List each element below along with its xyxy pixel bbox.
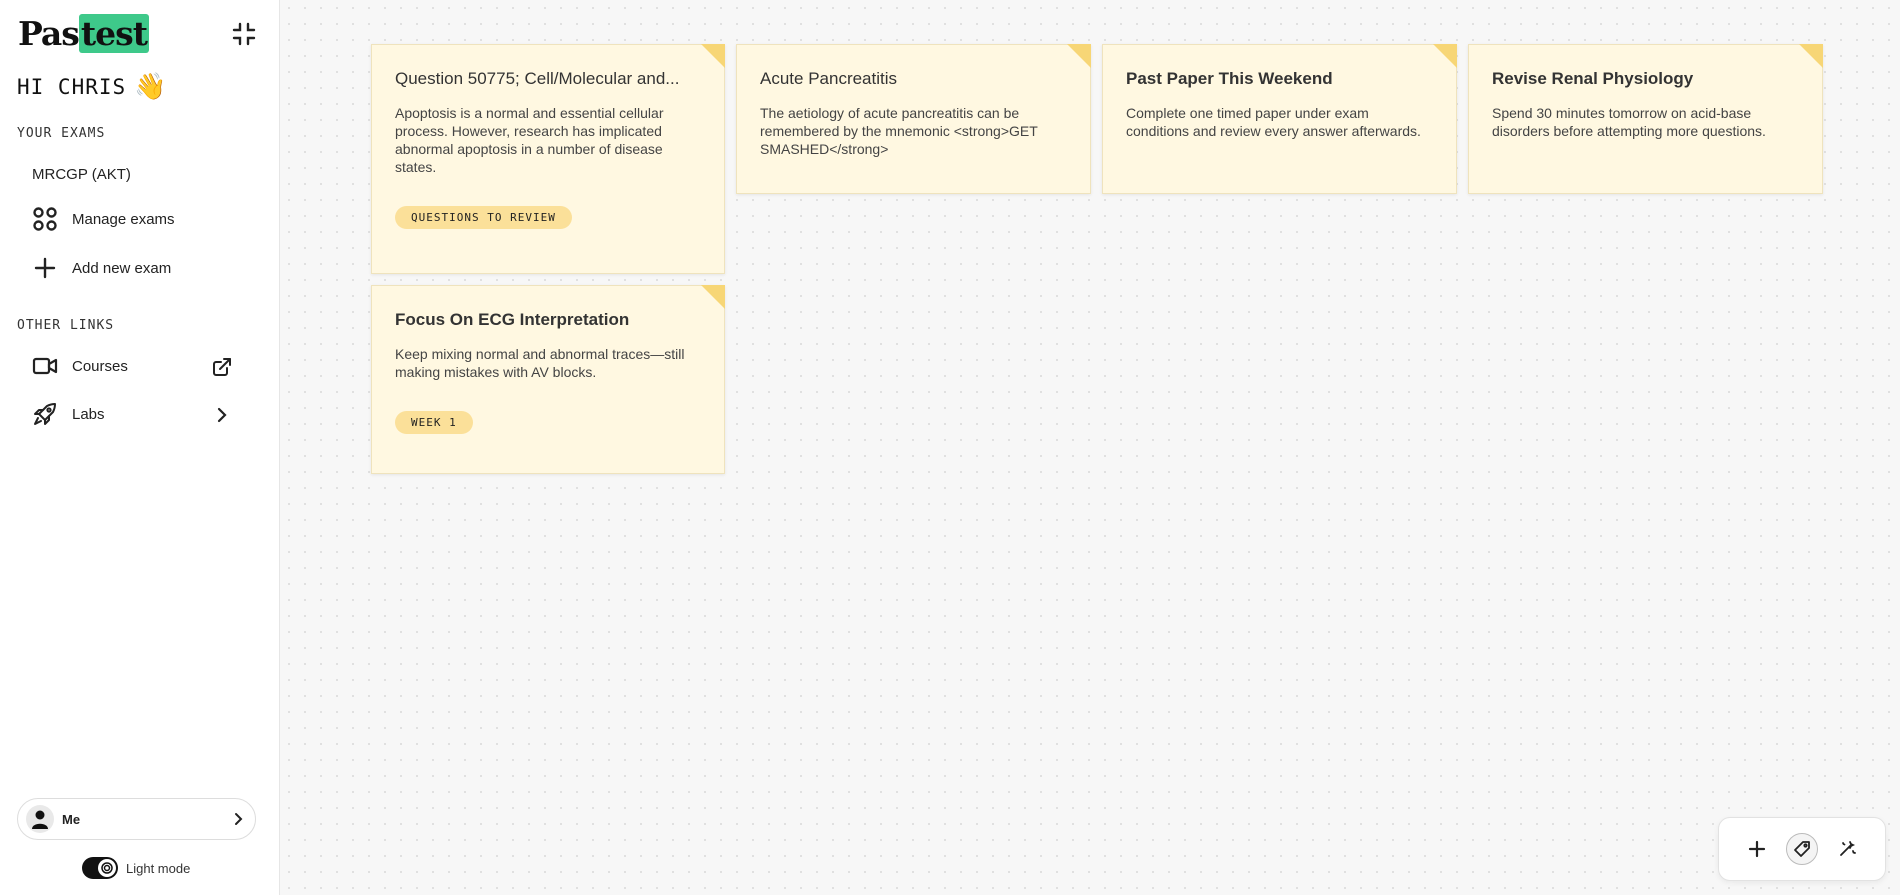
exam-label: MRCGP (AKT) bbox=[32, 166, 131, 183]
collapse-icon bbox=[232, 22, 256, 46]
tag-icon bbox=[1794, 841, 1810, 857]
add-new-exam-link[interactable]: Add new exam bbox=[32, 255, 171, 281]
note-title: Acute Pancreatitis bbox=[760, 69, 898, 88]
add-new-exam-label: Add new exam bbox=[72, 259, 172, 277]
greeting: HI CHRIS 👋 bbox=[17, 72, 168, 102]
note-fold bbox=[701, 285, 725, 309]
tags-button[interactable] bbox=[1785, 833, 1818, 865]
avatar bbox=[26, 805, 54, 833]
labs-label: Labs bbox=[72, 405, 105, 423]
greeting-text: HI CHRIS bbox=[17, 75, 127, 99]
your-exams-heading: YOUR EXAMS bbox=[17, 126, 106, 141]
magic-wand-icon bbox=[1839, 841, 1856, 856]
external-link-icon[interactable] bbox=[212, 357, 232, 377]
video-camera-icon bbox=[32, 353, 58, 379]
note-fold bbox=[701, 44, 725, 68]
note-fold bbox=[1433, 44, 1457, 68]
logo-text: Pas bbox=[18, 14, 80, 53]
notes-board: Question 50775; Cell/Molecular and... Ap… bbox=[281, 0, 1900, 895]
user-icon bbox=[32, 810, 48, 829]
user-menu-button[interactable]: Me bbox=[17, 798, 256, 840]
note-card[interactable]: Revise Renal Physiology Spend 30 minutes… bbox=[1468, 44, 1823, 194]
note-body: Apoptosis is a normal and essential cell… bbox=[395, 105, 664, 175]
theme-switch-row: Light mode bbox=[82, 857, 190, 879]
sun-icon bbox=[98, 859, 116, 877]
theme-label: Light mode bbox=[126, 860, 191, 876]
note-body: Spend 30 minutes tomorrow on acid-base d… bbox=[1492, 105, 1766, 139]
plus-icon bbox=[32, 255, 58, 281]
note-title: Past Paper This Weekend bbox=[1126, 69, 1333, 88]
pastest-logo[interactable]: Pastest bbox=[18, 14, 149, 53]
note-fold bbox=[1067, 44, 1091, 68]
note-body: The aetiology of acute pancreatitis can … bbox=[760, 105, 1038, 157]
plus-icon bbox=[1749, 840, 1766, 858]
chevron-right-icon bbox=[235, 813, 243, 825]
rocket-icon bbox=[32, 401, 58, 427]
note-card[interactable]: Focus On ECG Interpretation Keep mixing … bbox=[371, 285, 725, 474]
waving-hand-icon: 👋 bbox=[134, 72, 168, 102]
user-name: Me bbox=[62, 811, 81, 827]
board-toolbar bbox=[1718, 817, 1886, 881]
note-title: Question 50775; Cell/Molecular and... bbox=[395, 69, 680, 88]
theme-toggle[interactable] bbox=[82, 857, 118, 879]
note-tag[interactable]: QUESTIONS TO REVIEW bbox=[395, 206, 572, 229]
add-note-button[interactable] bbox=[1741, 833, 1773, 865]
chevron-right-icon[interactable] bbox=[212, 405, 232, 425]
exam-item-mrcgp[interactable]: MRCGP (AKT) bbox=[32, 166, 131, 183]
note-title: Focus On ECG Interpretation bbox=[395, 310, 630, 329]
note-title: Revise Renal Physiology bbox=[1492, 69, 1694, 88]
note-card[interactable]: Question 50775; Cell/Molecular and... Ap… bbox=[371, 44, 725, 274]
note-card[interactable]: Past Paper This Weekend Complete one tim… bbox=[1102, 44, 1457, 194]
note-tag[interactable]: WEEK 1 bbox=[395, 411, 473, 434]
manage-exams-link[interactable]: Manage exams bbox=[32, 206, 175, 232]
note-card[interactable]: Acute Pancreatitis The aetiology of acut… bbox=[736, 44, 1091, 194]
apps-icon bbox=[32, 206, 58, 232]
note-body: Keep mixing normal and abnormal traces—s… bbox=[395, 346, 685, 380]
note-fold bbox=[1799, 44, 1823, 68]
other-links-heading: OTHER LINKS bbox=[17, 318, 115, 333]
courses-label: Courses bbox=[72, 357, 128, 375]
sidebar: Pastest HI CHRIS 👋 YOUR EXAMS MRCGP (AKT… bbox=[0, 0, 280, 895]
manage-exams-label: Manage exams bbox=[72, 210, 175, 228]
note-body: Complete one timed paper under exam cond… bbox=[1126, 105, 1421, 139]
magic-button[interactable] bbox=[1831, 833, 1863, 865]
logo-highlight: test bbox=[78, 14, 149, 53]
labs-link[interactable]: Labs bbox=[32, 401, 105, 427]
collapse-sidebar-button[interactable] bbox=[230, 20, 258, 48]
courses-link[interactable]: Courses bbox=[32, 353, 128, 379]
